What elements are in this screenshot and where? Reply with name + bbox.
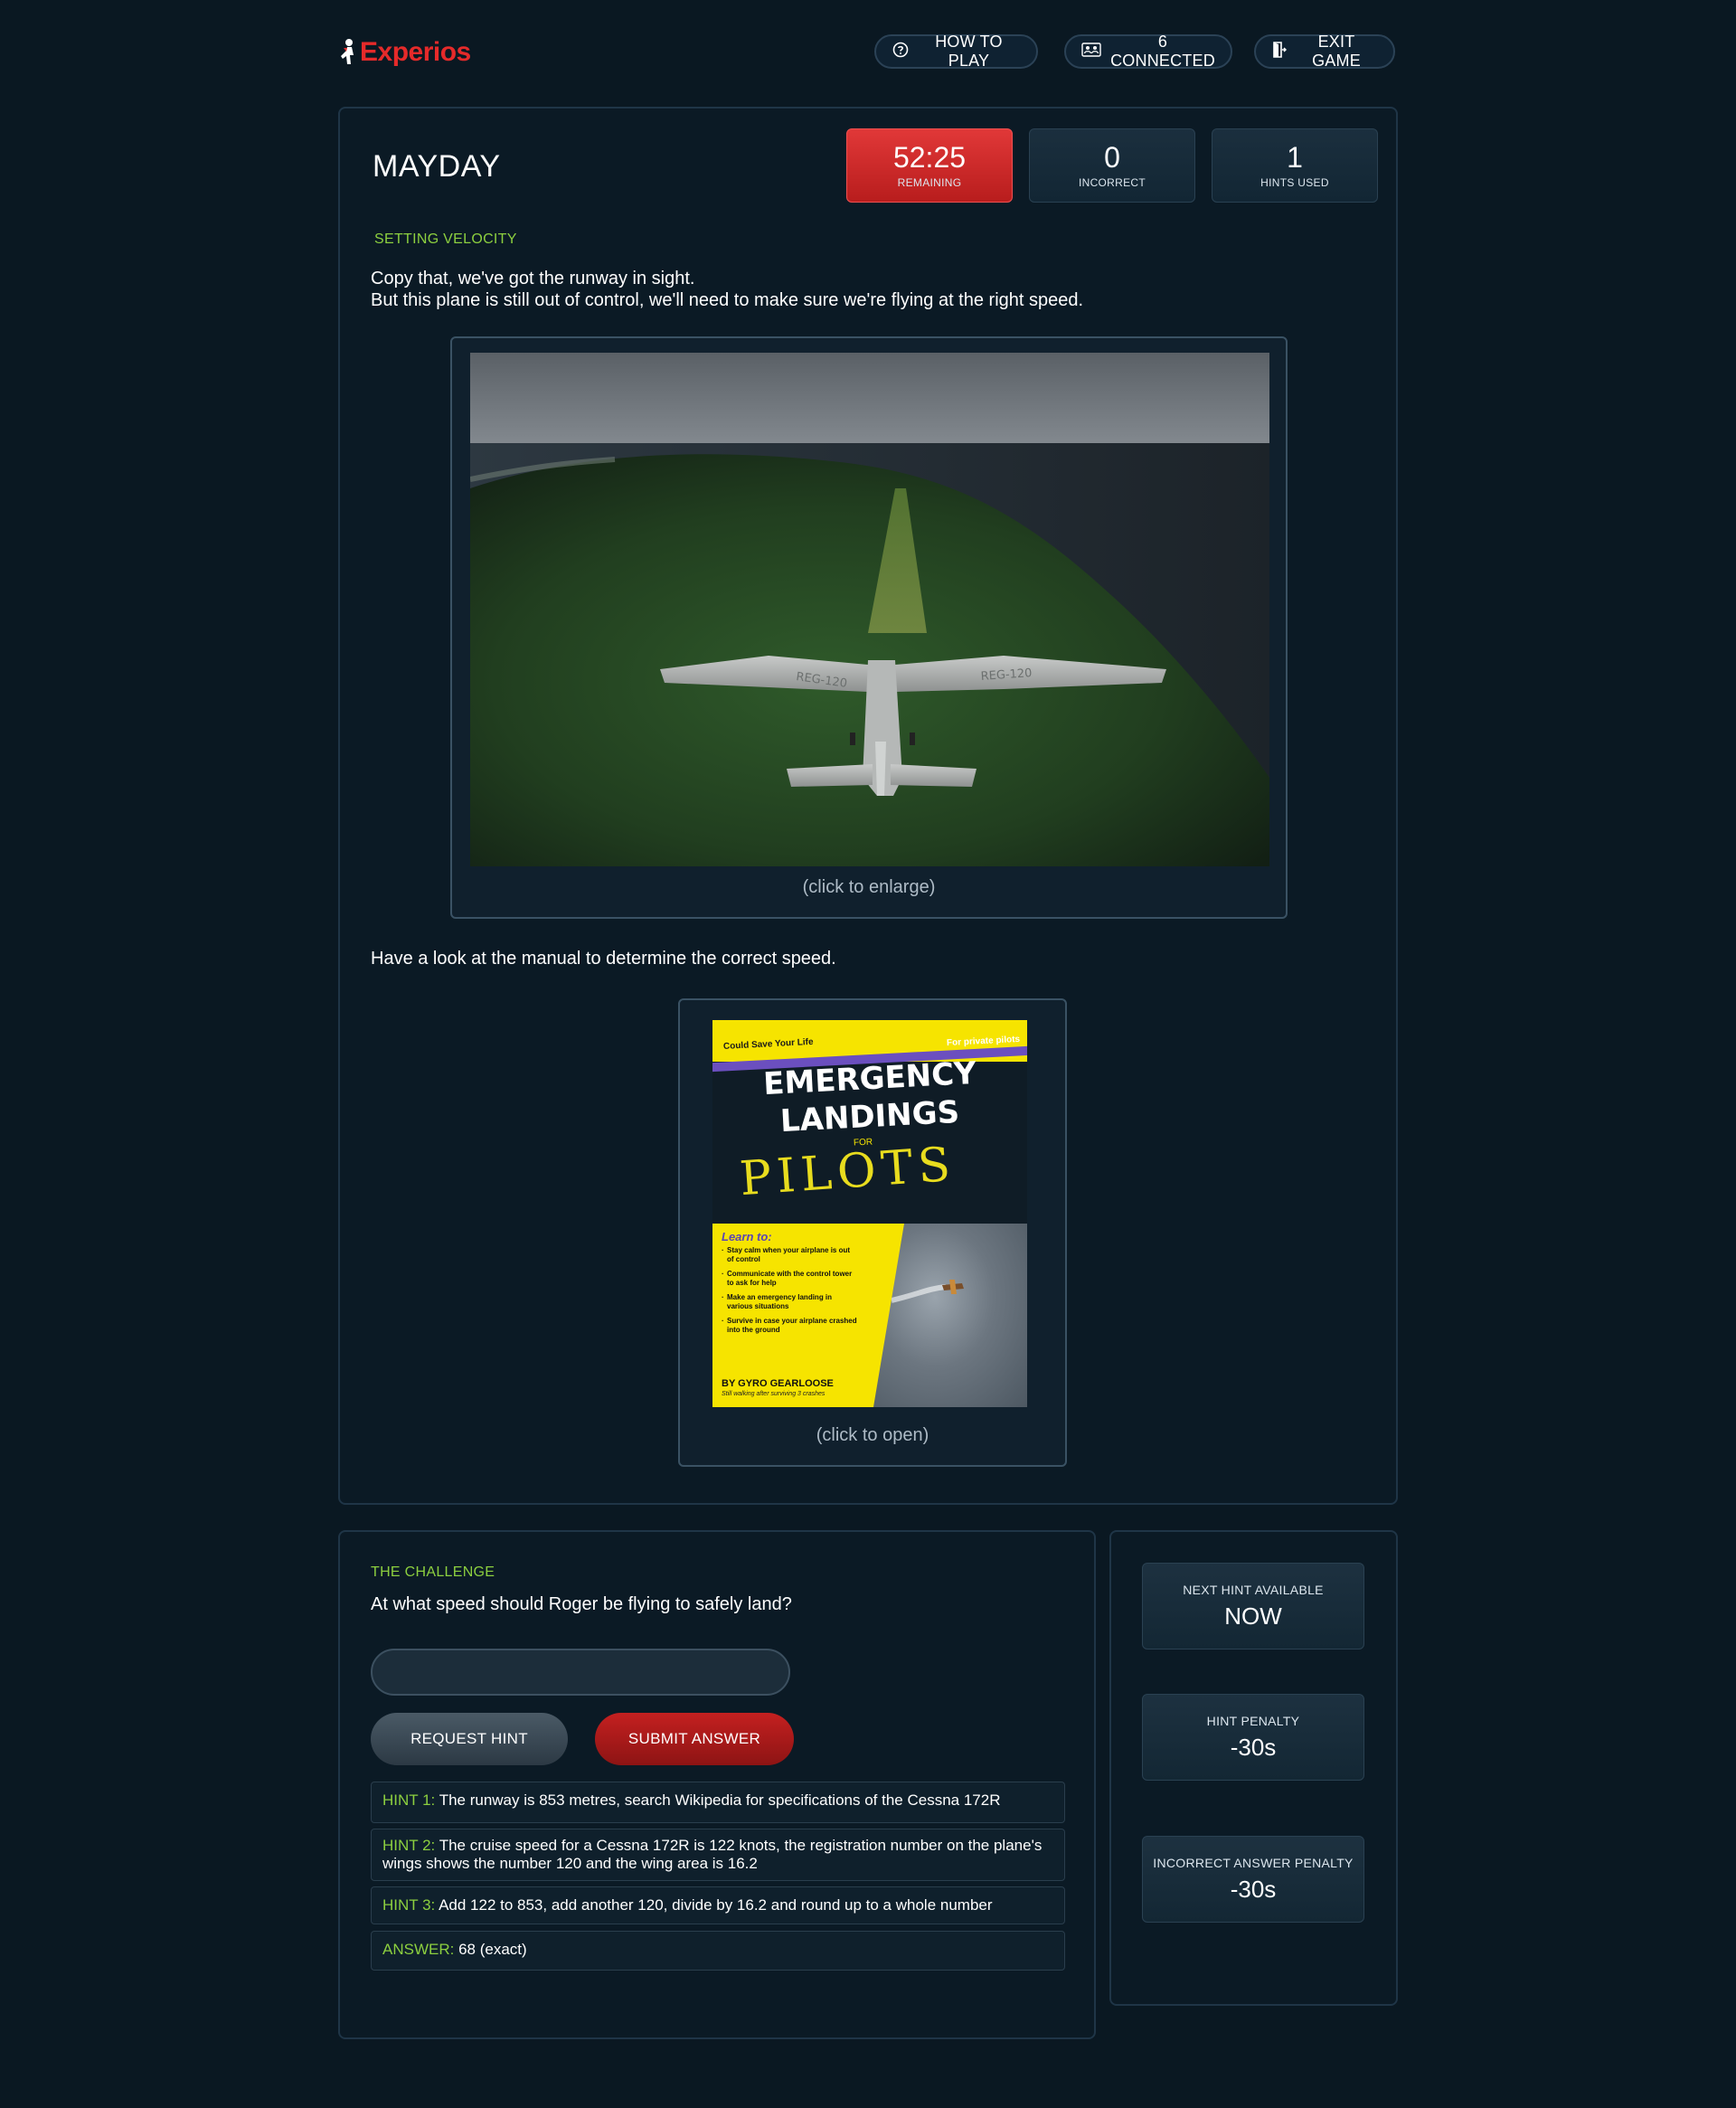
incorrect-stat: 0 INCORRECT [1029,128,1195,203]
main-panel: MAYDAY 52:25 REMAINING 0 INCORRECT 1 HIN… [338,107,1398,1505]
book-pilots: PILOTS [738,1137,958,1207]
request-hint-button[interactable]: REQUEST HINT [371,1713,568,1765]
incorrect-penalty-label: INCORRECT ANSWER PENALTY [1153,1855,1354,1870]
hint-penalty-box: HINT PENALTY -30s [1142,1694,1364,1781]
side-panel: NEXT HINT AVAILABLE NOW HINT PENALTY -30… [1109,1530,1398,2006]
how-to-play-label: HOW TO PLAY [935,33,1003,70]
book-author: BY GYRO GEARLOOSE [722,1378,834,1389]
next-hint-label: NEXT HINT AVAILABLE [1183,1582,1324,1597]
incorrect-value: 0 [1104,141,1120,174]
book-author-sub: Still walking after surviving 3 crashes [722,1391,826,1397]
plane-image[interactable]: REG-120 REG-120 [470,353,1269,866]
incorrect-label: INCORRECT [1078,176,1146,189]
answer-input[interactable] [371,1649,790,1696]
plane-image-card[interactable]: REG-120 REG-120 (click to enlarge) [450,336,1288,919]
manual-card[interactable]: Could Save Your Life For private pilots … [678,998,1067,1467]
how-to-play-button[interactable]: HOW TO PLAY [874,33,1038,70]
question-circle-icon [892,42,909,62]
hint-penalty-label: HINT PENALTY [1206,1713,1300,1728]
book-list: Stay calm when your airplane is out of c… [722,1246,857,1340]
book-list-item: Survive in case your airplane crashed in… [722,1317,857,1335]
book-list-item: Stay calm when your airplane is out of c… [722,1246,857,1264]
incorrect-penalty-value: -30s [1230,1875,1277,1903]
book-learn: Learn to: [722,1230,772,1243]
logo-figure-icon [338,37,358,68]
hints-used-stat: 1 HINTS USED [1212,128,1378,203]
book-list-item: Make an emergency landing in various sit… [722,1293,857,1311]
connected-label: 6 CONNECTED [1110,33,1215,70]
logo-text: Experios [360,37,471,67]
hint-text: The runway is 853 metres, search Wikiped… [439,1791,1001,1809]
timer-stat: 52:25 REMAINING [846,128,1013,203]
challenge-question: At what speed should Roger be flying to … [371,1594,792,1614]
next-hint-box: NEXT HINT AVAILABLE NOW [1142,1563,1364,1650]
timer-label: REMAINING [897,176,962,189]
intro-line-1: Copy that, we've got the runway in sight… [371,269,695,288]
hints-used-value: 1 [1287,141,1303,174]
hint-key: HINT 2: [382,1837,436,1854]
exit-door-icon [1272,41,1288,62]
enlarge-caption[interactable]: (click to enlarge) [452,877,1286,898]
hint-2: HINT 2: The cruise speed for a Cessna 17… [371,1829,1065,1881]
exit-game-label: EXIT GAME [1312,33,1361,70]
intro-line-2: But this plane is still out of control, … [371,290,1084,310]
hint-key: HINT 1: [382,1791,436,1809]
exit-game-button[interactable]: EXIT GAME [1254,33,1395,70]
top-bar: Experios HOW TO PLAY 6 CONNECTED EXIT GA… [338,33,1396,72]
open-caption[interactable]: (click to open) [680,1425,1065,1446]
answer-reveal: ANSWER: 68 (exact) [371,1931,1065,1971]
hint-text: Add 122 to 853, add another 120, divide … [439,1896,993,1914]
hint-1: HINT 1: The runway is 853 metres, search… [371,1782,1065,1823]
submit-answer-button[interactable]: SUBMIT ANSWER [595,1713,794,1765]
manual-cover[interactable]: Could Save Your Life For private pilots … [712,1020,1027,1407]
hint-text: The cruise speed for a Cessna 172R is 12… [382,1837,1043,1872]
answer-key: ANSWER: [382,1941,455,1958]
game-title: MAYDAY [373,149,501,184]
answer-text: 68 (exact) [458,1941,527,1958]
incorrect-penalty-box: INCORRECT ANSWER PENALTY -30s [1142,1836,1364,1923]
logo[interactable]: Experios [338,34,471,71]
timer-value: 52:25 [892,141,967,174]
hint-3: HINT 3: Add 122 to 853, add another 120,… [371,1886,1065,1924]
book-list-item: Communicate with the control tower to as… [722,1270,857,1288]
hint-penalty-value: -30s [1230,1733,1277,1761]
challenge-panel: THE CHALLENGE At what speed should Roger… [338,1530,1096,2039]
connected-button[interactable]: 6 CONNECTED [1064,33,1232,70]
next-hint-value: NOW [1224,1602,1282,1630]
connected-users-icon [1081,42,1101,61]
hint-key: HINT 3: [382,1896,436,1914]
challenge-label: THE CHALLENGE [371,1564,495,1580]
hints-used-label: HINTS USED [1260,176,1329,189]
section-label: SETTING VELOCITY [374,232,517,247]
manual-instruction: Have a look at the manual to determine t… [371,949,836,969]
